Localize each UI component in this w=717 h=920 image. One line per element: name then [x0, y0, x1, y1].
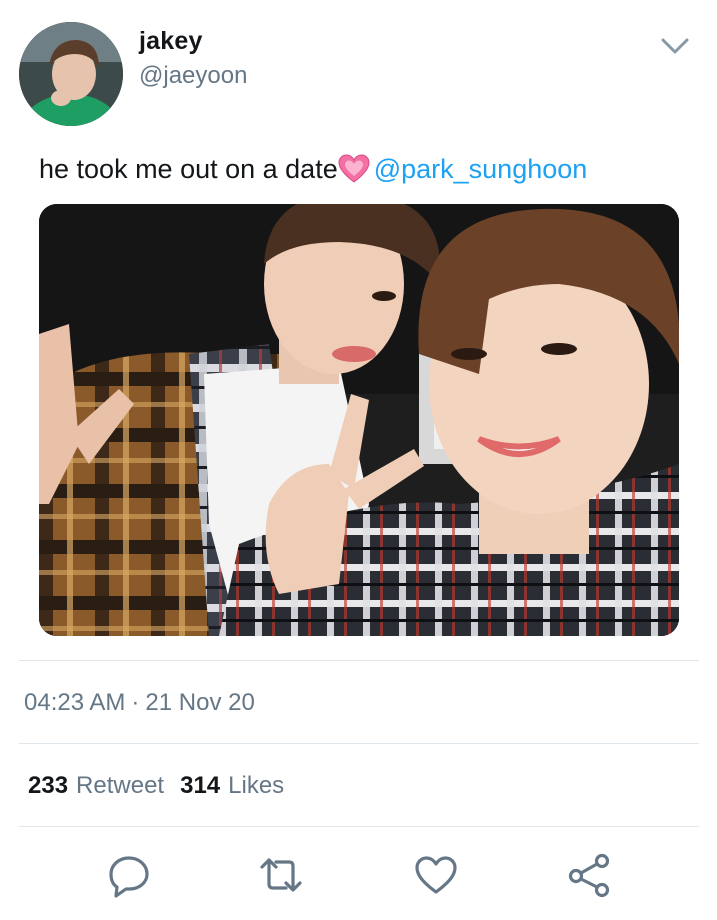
mention-link[interactable]: @park_sunghoon — [374, 154, 588, 184]
tweet-body: he took me out on a date — [39, 154, 338, 184]
likes-stat[interactable]: 314 Likes — [180, 772, 284, 800]
retweets-stat[interactable]: 233 Retweet — [28, 772, 164, 800]
display-name[interactable]: jakey — [139, 27, 203, 56]
pink-heart-emoji-icon — [338, 154, 370, 184]
separator: · — [131, 689, 140, 716]
retweet-icon[interactable] — [258, 852, 304, 898]
divider — [19, 743, 699, 744]
reply-icon[interactable] — [106, 852, 152, 898]
divider — [19, 660, 699, 661]
likes-count: 314 — [180, 772, 221, 799]
tweet-date: 21 Nov 20 — [145, 689, 255, 716]
tweet-text: he took me out on a date @park_sunghoon — [39, 154, 587, 185]
tweet-stats: 233 Retweet 314 Likes — [28, 772, 300, 800]
retweets-count: 233 — [28, 772, 69, 799]
share-icon[interactable] — [566, 852, 612, 898]
divider — [19, 826, 699, 827]
chevron-down-icon[interactable] — [659, 32, 691, 60]
tweet-photo[interactable] — [39, 204, 679, 636]
tweet-time: 04:23 AM — [24, 689, 126, 716]
timestamp[interactable]: 04:23 AM · 21 Nov 20 — [24, 689, 255, 717]
avatar[interactable] — [19, 22, 123, 126]
retweets-label: Retweet — [76, 772, 165, 799]
user-handle[interactable]: @jaeyoon — [139, 62, 247, 90]
like-icon[interactable] — [413, 852, 459, 898]
likes-label: Likes — [228, 772, 285, 799]
